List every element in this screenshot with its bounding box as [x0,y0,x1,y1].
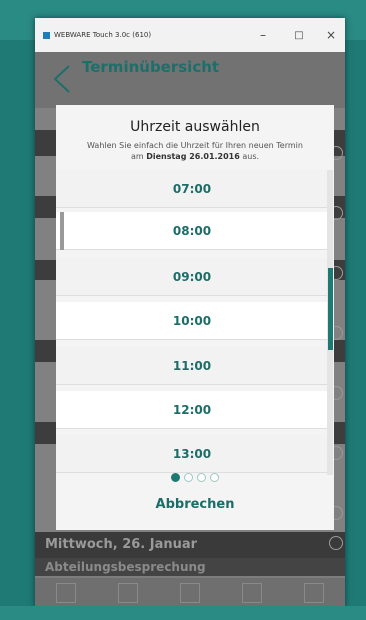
time-option[interactable]: 10:00 [56,302,328,340]
window-titlebar: WEBWARE Touch 3.0c (610) – □ × [35,18,345,52]
time-list[interactable]: 07:00 08:00 09:00 10:00 11:00 12:00 13:0… [56,170,334,475]
window-title: WEBWARE Touch 3.0c (610) [54,31,152,39]
page-indicator [56,473,334,482]
page-title: Terminübersicht [82,58,220,76]
app-header: Terminübersicht [35,52,345,108]
chevron-left-icon[interactable] [51,62,73,96]
row-indicator-icon [329,536,343,550]
menu-icon[interactable] [304,583,324,603]
minimize-button[interactable]: – [245,18,281,52]
list-item-title: Abteilungsbesprechung [35,558,345,576]
list-icon[interactable] [118,583,138,603]
filter-icon[interactable] [56,583,76,603]
dialog-title: Uhrzeit auswählen [130,119,260,135]
close-button[interactable]: × [313,18,345,52]
page-dot[interactable] [210,473,219,482]
selection-indicator [60,212,64,250]
cancel-button[interactable]: Abbrechen [56,497,334,512]
day-header: Mittwoch, 26. Januar [35,532,345,558]
add-icon[interactable] [180,583,200,603]
time-option[interactable]: 07:00 [56,170,328,208]
maximize-button[interactable]: □ [281,18,317,52]
subtitle-date: Dienstag 26.01.2016 [146,152,240,161]
calendar-icon[interactable] [242,583,262,603]
desktop-background-bottom [0,606,366,620]
time-option[interactable]: 13:00 [56,435,328,473]
time-option[interactable]: 11:00 [56,347,328,385]
page-dot[interactable] [197,473,206,482]
time-picker-dialog: Uhrzeit auswählen Wahlen Sie einfach die… [56,105,334,530]
time-option[interactable]: 09:00 [56,258,328,296]
time-option[interactable]: 08:00 [56,212,328,250]
page-dot[interactable] [171,473,180,482]
bottom-toolbar [35,578,345,608]
dialog-subtitle: Wahlen Sie einfach die Uhrzeit für Ihren… [86,140,304,162]
app-icon [43,31,50,39]
scrollbar-thumb[interactable] [328,268,333,350]
page-dot[interactable] [184,473,193,482]
time-option[interactable]: 12:00 [56,391,328,429]
subtitle-end: aus. [242,152,260,161]
